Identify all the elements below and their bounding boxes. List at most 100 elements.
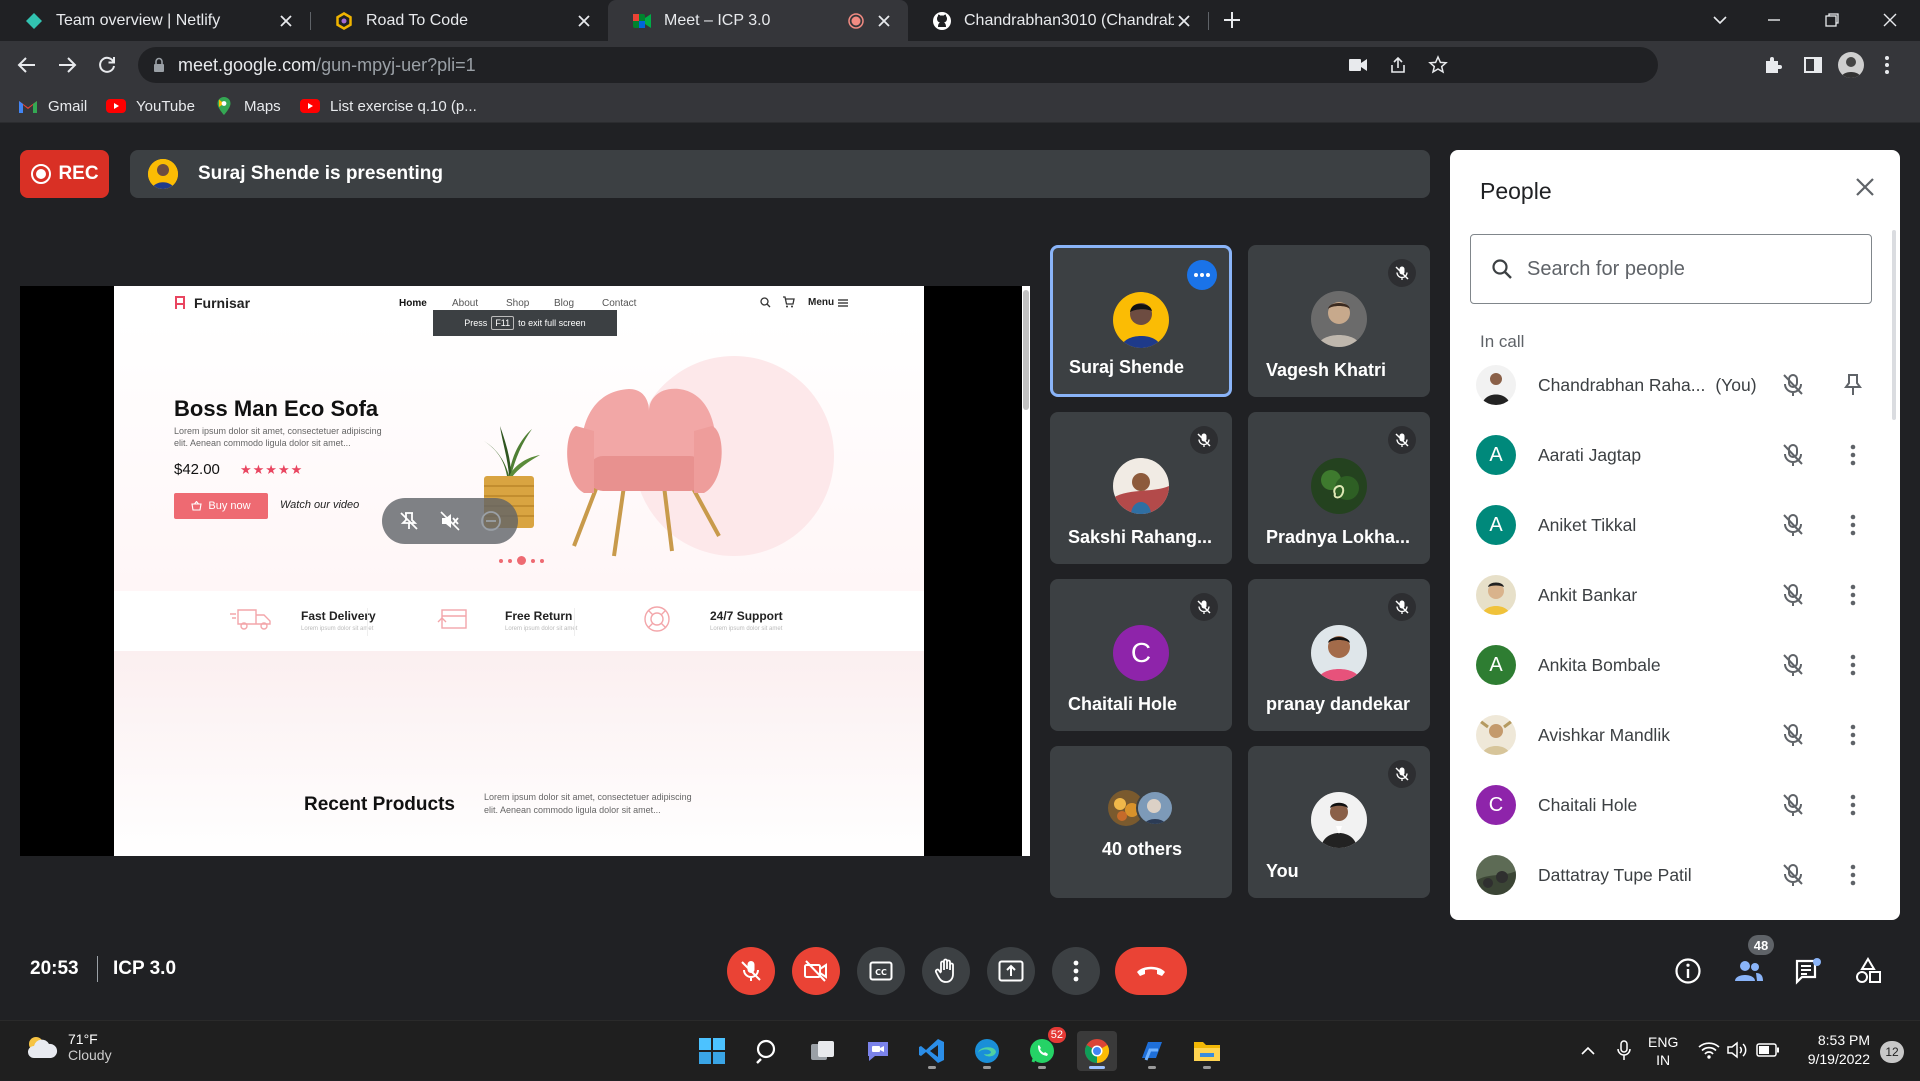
avatar — [1311, 792, 1367, 848]
side-panel-icon[interactable] — [1802, 54, 1824, 76]
wifi-icon[interactable] — [1698, 1041, 1720, 1059]
more-options-icon[interactable] — [1840, 792, 1866, 818]
more-options-icon[interactable] — [1840, 442, 1866, 468]
return-box-icon — [436, 604, 472, 632]
list-item-person[interactable]: C Chaitali Hole — [1470, 770, 1880, 840]
list-item-person[interactable]: A Aarati Jagtap — [1470, 420, 1880, 490]
more-options-icon[interactable] — [1187, 260, 1217, 290]
forward-button[interactable] — [56, 54, 78, 76]
notification-badge[interactable]: 12 — [1880, 1041, 1904, 1063]
edge-app[interactable] — [967, 1031, 1007, 1071]
weather-widget[interactable]: 71°F Cloudy — [24, 1031, 112, 1063]
list-item-person[interactable]: Avishkar Mandlik — [1470, 700, 1880, 770]
whatsapp-app[interactable]: 52 — [1022, 1027, 1066, 1071]
lock-icon[interactable] — [152, 57, 166, 73]
participant-tile-suraj[interactable]: Suraj Shende — [1050, 245, 1232, 397]
tab-meet[interactable]: Meet – ICP 3.0 — [608, 0, 908, 41]
raise-hand-button[interactable] — [922, 947, 970, 995]
recording-indicator[interactable]: REC — [20, 150, 109, 198]
taskbar-clock[interactable]: 8:53 PM 9/19/2022 — [1796, 1031, 1870, 1069]
camera-off-button[interactable] — [792, 947, 840, 995]
bookmark-maps[interactable]: Maps — [214, 89, 281, 123]
task-view-button[interactable] — [803, 1031, 843, 1071]
profile-avatar[interactable] — [1838, 52, 1864, 78]
bookmark-youtube[interactable]: YouTube — [106, 89, 195, 123]
extensions-puzzle-icon[interactable] — [1762, 54, 1784, 76]
bookmark-label: List exercise q.10 (p... — [330, 97, 477, 115]
list-item-person[interactable]: A Aniket Tikkal — [1470, 490, 1880, 560]
pin-off-icon[interactable] — [398, 510, 420, 532]
people-panel: People Search for people In call Chandra… — [1450, 150, 1900, 920]
remove-icon[interactable] — [480, 510, 502, 532]
avatar-initial: C — [1488, 793, 1504, 816]
more-options-icon[interactable] — [1840, 512, 1866, 538]
bookmark-gmail[interactable]: Gmail — [18, 89, 87, 123]
more-options-icon[interactable] — [1840, 722, 1866, 748]
share-icon[interactable] — [1388, 55, 1408, 75]
chat-button[interactable] — [1788, 951, 1828, 991]
participant-tile-chaitali[interactable]: C Chaitali Hole — [1050, 579, 1232, 731]
tab-search-chevron-down-icon[interactable] — [1712, 12, 1728, 28]
people-scrollbar[interactable] — [1892, 230, 1896, 420]
search-people-input[interactable]: Search for people — [1470, 234, 1872, 304]
start-button[interactable] — [692, 1031, 732, 1071]
list-item-person[interactable]: Chandrabhan Raha... (You) — [1470, 350, 1880, 420]
close-icon[interactable] — [1854, 176, 1876, 198]
input-language[interactable]: ENG IN — [1648, 1033, 1678, 1069]
camera-in-use-icon[interactable] — [1348, 57, 1368, 73]
more-options-icon[interactable] — [1840, 862, 1866, 888]
microphone-icon[interactable] — [1616, 1040, 1632, 1062]
list-item-person[interactable]: Dattatray Tupe Patil — [1470, 840, 1880, 910]
close-window-button[interactable] — [1882, 12, 1898, 28]
pin-icon[interactable] — [1840, 372, 1866, 398]
bookmark-star-icon[interactable] — [1428, 55, 1448, 75]
tab-github[interactable]: Chandrabhan3010 (Chandrabhan — [908, 0, 1208, 41]
chrome-app[interactable] — [1077, 1031, 1117, 1071]
browser-menu-icon[interactable] — [1884, 54, 1890, 76]
leave-call-button[interactable] — [1115, 947, 1187, 995]
close-tab-icon[interactable] — [874, 11, 894, 31]
tab-road-to-code[interactable]: Road To Code — [310, 0, 608, 41]
tab-netlify[interactable]: Team overview | Netlify — [0, 0, 310, 41]
restore-window-button[interactable] — [1824, 12, 1840, 28]
people-button[interactable] — [1729, 951, 1769, 991]
minimize-window-button[interactable] — [1766, 12, 1782, 28]
url-bar[interactable]: meet.google.com/gun-mpyj-uer?pli=1 — [138, 47, 1658, 83]
vpn-app[interactable] — [1132, 1031, 1172, 1071]
tray-chevron-up-icon[interactable] — [1580, 1043, 1596, 1059]
back-button[interactable] — [16, 54, 38, 76]
more-options-icon[interactable] — [1840, 582, 1866, 608]
close-tab-icon[interactable] — [1174, 11, 1194, 31]
activities-button[interactable] — [1848, 951, 1888, 991]
participant-tile-vagesh[interactable]: Vagesh Khatri — [1248, 245, 1430, 397]
bookmark-list-exercise[interactable]: List exercise q.10 (p... — [300, 89, 477, 123]
reload-button[interactable] — [96, 54, 118, 76]
captions-button[interactable]: CC — [857, 947, 905, 995]
search-placeholder: Search for people — [1527, 257, 1685, 280]
fullscreen-rest-text: to exit full screen — [518, 318, 586, 328]
vscode-app[interactable] — [912, 1031, 952, 1071]
list-item-person[interactable]: Ankit Bankar — [1470, 560, 1880, 630]
present-screen-button[interactable] — [987, 947, 1035, 995]
close-tab-icon[interactable] — [574, 11, 594, 31]
meeting-details-button[interactable] — [1668, 951, 1708, 991]
microphone-off-button[interactable] — [727, 947, 775, 995]
feature-sub: Lorem ipsum dolor sit amet — [505, 626, 578, 632]
participant-tile-others[interactable]: 40 others — [1050, 746, 1232, 898]
participant-tile-pradnya[interactable]: Pradnya Lokha... — [1248, 412, 1430, 564]
battery-icon[interactable] — [1756, 1043, 1780, 1057]
more-options-icon[interactable] — [1840, 652, 1866, 678]
more-options-button[interactable] — [1052, 947, 1100, 995]
list-item-person[interactable]: A Ankita Bombale — [1470, 630, 1880, 700]
taskbar-search-button[interactable] — [748, 1031, 788, 1071]
volume-icon[interactable] — [1726, 1041, 1748, 1059]
file-explorer-app[interactable] — [1187, 1031, 1227, 1071]
teams-chat-button[interactable] — [858, 1031, 898, 1071]
participant-tile-pranay[interactable]: pranay dandekar — [1248, 579, 1430, 731]
close-tab-icon[interactable] — [276, 11, 296, 31]
new-tab-button[interactable] — [1222, 10, 1246, 34]
mute-audio-icon[interactable] — [439, 510, 461, 532]
closed-captions-icon: CC — [869, 961, 893, 981]
participant-tile-you[interactable]: You — [1248, 746, 1430, 898]
participant-tile-sakshi[interactable]: Sakshi Rahang... — [1050, 412, 1232, 564]
